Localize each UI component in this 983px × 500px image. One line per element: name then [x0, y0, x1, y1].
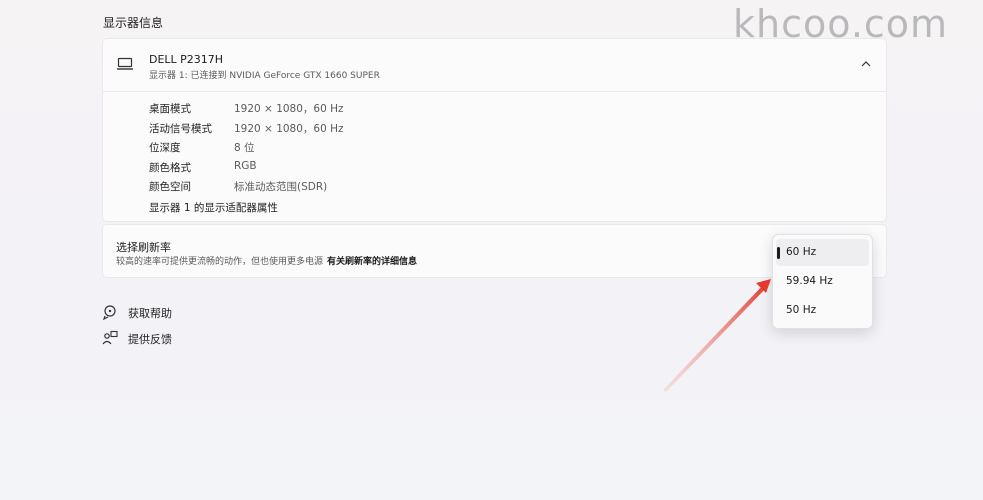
annotation-arrow-icon	[663, 279, 771, 392]
